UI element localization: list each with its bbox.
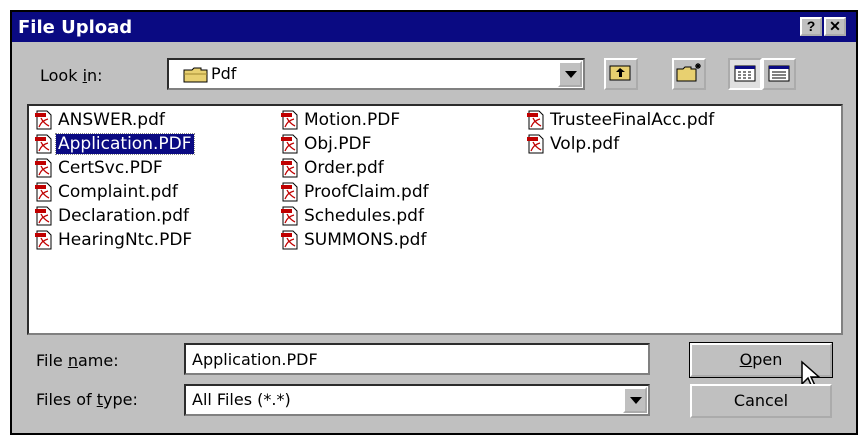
open-button-accel: O — [739, 350, 753, 369]
pdf-file-icon — [35, 230, 52, 250]
file-item-label: CertSvc.PDF — [58, 158, 163, 178]
pdf-file-icon — [35, 158, 52, 178]
file-name-value: Application.PDF — [192, 350, 318, 369]
file-upload-dialog: File Upload ? ✕ Look in: Pdf ANSWER.pdf … — [10, 10, 858, 435]
pdf-file-icon — [35, 182, 52, 202]
file-item[interactable]: ANSWER.pdf — [34, 109, 167, 131]
list-view-icon — [734, 65, 756, 82]
file-item[interactable]: SUMMONS.pdf — [280, 229, 428, 251]
file-item[interactable]: Complaint.pdf — [34, 181, 180, 203]
file-item-label: HearingNtc.PDF — [58, 230, 193, 250]
file-type-dropdown-button[interactable] — [623, 387, 647, 413]
pdf-file-icon — [281, 110, 298, 130]
file-item[interactable]: HearingNtc.PDF — [34, 229, 194, 251]
look-in-dropdown-button[interactable] — [558, 61, 582, 87]
pdf-file-icon — [527, 134, 544, 154]
folder-icon — [183, 67, 208, 83]
file-item[interactable]: Obj.PDF — [280, 133, 373, 155]
file-item-label: Order.pdf — [304, 158, 384, 178]
details-view-button[interactable] — [762, 58, 796, 90]
new-folder-icon — [676, 63, 701, 82]
new-folder-button[interactable] — [672, 58, 706, 90]
look-in-combo[interactable]: Pdf — [167, 58, 585, 90]
pdf-file-icon — [527, 110, 544, 130]
up-one-level-button[interactable] — [604, 58, 638, 90]
pdf-file-icon — [281, 206, 298, 226]
file-list[interactable]: ANSWER.pdf Application.PDF CertSvc.PDF Comp… — [27, 104, 843, 335]
file-type-combo[interactable]: All Files (*.*) — [184, 384, 650, 416]
file-item-label: Declaration.pdf — [58, 206, 189, 226]
list-view-button[interactable] — [728, 58, 762, 90]
file-item[interactable]: TrusteeFinalAcc.pdf — [526, 109, 716, 131]
look-in-label: Look in: — [40, 66, 103, 85]
file-name-input[interactable]: Application.PDF — [184, 343, 650, 375]
file-item[interactable]: Volp.pdf — [526, 133, 621, 155]
file-item[interactable]: Application.PDF — [34, 133, 195, 155]
file-item-label: ProofClaim.pdf — [304, 182, 429, 202]
pdf-file-icon — [281, 158, 298, 178]
look-in-value: Pdf — [211, 64, 237, 83]
pdf-file-icon — [35, 206, 52, 226]
close-button[interactable]: ✕ — [824, 17, 846, 36]
file-item[interactable]: Schedules.pdf — [280, 205, 426, 227]
file-item[interactable]: CertSvc.PDF — [34, 157, 165, 179]
file-name-label: File name: — [36, 351, 119, 370]
title-bar[interactable]: File Upload ? ✕ — [12, 12, 856, 42]
file-item[interactable]: Order.pdf — [280, 157, 386, 179]
file-item[interactable]: ProofClaim.pdf — [280, 181, 431, 203]
file-type-label: Files of type: — [36, 390, 138, 409]
details-view-icon — [768, 65, 790, 82]
file-type-value: All Files (*.*) — [192, 390, 291, 409]
file-item-label: Complaint.pdf — [58, 182, 178, 202]
pdf-file-icon — [281, 230, 298, 250]
pdf-file-icon — [35, 134, 52, 154]
file-item-label: Obj.PDF — [304, 134, 372, 154]
help-button[interactable]: ? — [800, 17, 822, 36]
open-button-label: pen — [752, 350, 783, 369]
cancel-button[interactable]: Cancel — [690, 384, 832, 418]
file-item-label: Application.PDF — [55, 133, 195, 155]
file-item[interactable]: Declaration.pdf — [34, 205, 191, 227]
file-item-label: Motion.PDF — [304, 110, 401, 130]
pdf-file-icon — [281, 134, 298, 154]
file-item[interactable]: Motion.PDF — [280, 109, 402, 131]
file-item-label: ANSWER.pdf — [58, 110, 165, 130]
window-title: File Upload — [18, 17, 133, 38]
pdf-file-icon — [35, 110, 52, 130]
file-item-label: Schedules.pdf — [304, 206, 424, 226]
file-item-label: Volp.pdf — [550, 134, 620, 154]
up-one-level-icon — [609, 65, 631, 81]
file-item-label: SUMMONS.pdf — [304, 230, 427, 250]
file-item-label: TrusteeFinalAcc.pdf — [550, 110, 715, 130]
pdf-file-icon — [281, 182, 298, 202]
